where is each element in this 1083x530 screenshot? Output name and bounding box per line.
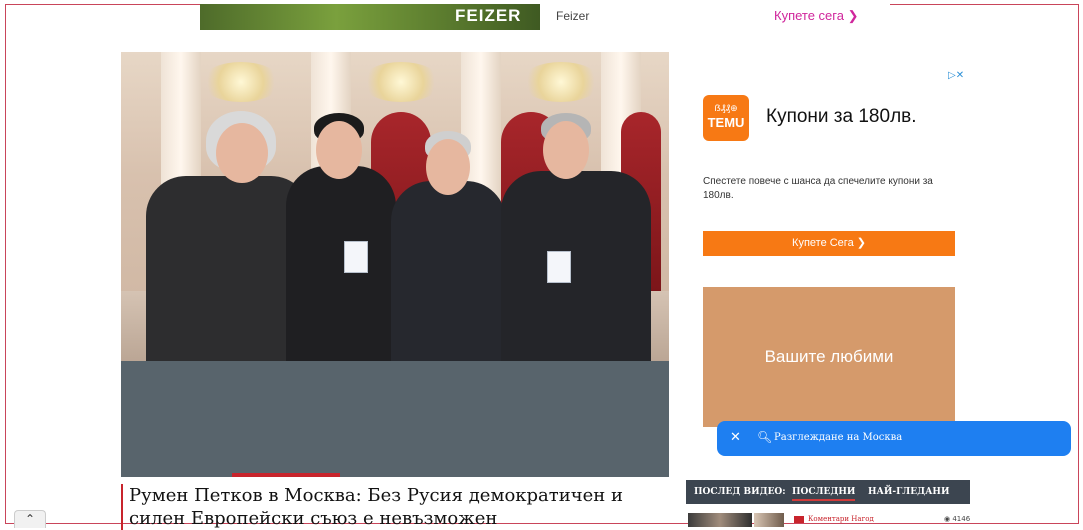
close-icon[interactable]: ✕ bbox=[730, 430, 741, 445]
person-3 bbox=[391, 131, 506, 361]
search-suggestion-pill[interactable]: ✕ 🔍︎ Разглеждане на Москва bbox=[717, 421, 1071, 456]
tab-latest[interactable]: ПОСЛЕДНИ bbox=[792, 487, 856, 501]
video-bar-label: ПОСЛЕД ВИДЕО: bbox=[694, 487, 786, 497]
video-tabs-bar: ПОСЛЕД ВИДЕО: ПОСЛЕДНИ НАЙ-ГЛЕДАНИ bbox=[686, 480, 970, 504]
temu-logo-text: TEMU bbox=[707, 115, 745, 130]
search-suggestion-text[interactable]: Разглеждане на Москва bbox=[774, 432, 902, 443]
scroll-top-button[interactable]: ⌃ bbox=[14, 510, 46, 528]
person-2 bbox=[286, 111, 396, 361]
video-progress-bar[interactable] bbox=[232, 473, 340, 477]
video-item-views: ◉ 4146 bbox=[944, 515, 971, 523]
video-icon bbox=[794, 516, 804, 523]
tab-most-viewed[interactable]: НАЙ-ГЛЕДАНИ bbox=[868, 487, 949, 497]
side-ad-buy-button[interactable]: Купете Сега ❯ bbox=[703, 231, 955, 256]
chandelier bbox=[361, 62, 441, 102]
chandelier bbox=[521, 62, 601, 102]
temu-logo[interactable]: ẞ₰₰⊕ TEMU bbox=[703, 95, 749, 141]
views-count: 4146 bbox=[952, 515, 971, 523]
side-ad-text: Спестете повече с шанса да спечелите куп… bbox=[703, 176, 933, 201]
top-ad-brand: FEIZER bbox=[455, 6, 522, 25]
search-icon: 🔍︎ bbox=[757, 430, 773, 444]
top-ad-advertiser: Feizer bbox=[556, 9, 590, 23]
video-list-item[interactable]: Коментари Нагод ◉ 4146 bbox=[686, 511, 976, 527]
temu-logo-glyphs: ẞ₰₰⊕ bbox=[714, 103, 738, 113]
video-thumbnail[interactable] bbox=[754, 513, 784, 527]
video-player-area[interactable] bbox=[121, 361, 669, 477]
article-headline[interactable]: Румен Петков в Москва: Без Русия демокра… bbox=[121, 484, 679, 530]
side-ad-promo-box[interactable]: Вашите любими bbox=[703, 287, 955, 427]
side-ad-title[interactable]: Купони за 180лв. bbox=[766, 106, 917, 128]
video-item-title[interactable]: Коментари Нагод bbox=[808, 515, 874, 523]
top-banner-ad[interactable]: FEIZER Feizer Купете сега ❯ bbox=[200, 4, 890, 30]
video-thumbnail[interactable] bbox=[688, 513, 752, 527]
top-ad-cta-link[interactable]: Купете сега ❯ bbox=[774, 8, 858, 24]
chandelier bbox=[201, 62, 281, 102]
person-4 bbox=[501, 111, 651, 361]
adchoices-icon[interactable]: ▷✕ bbox=[948, 70, 964, 81]
article-photo bbox=[121, 52, 669, 361]
